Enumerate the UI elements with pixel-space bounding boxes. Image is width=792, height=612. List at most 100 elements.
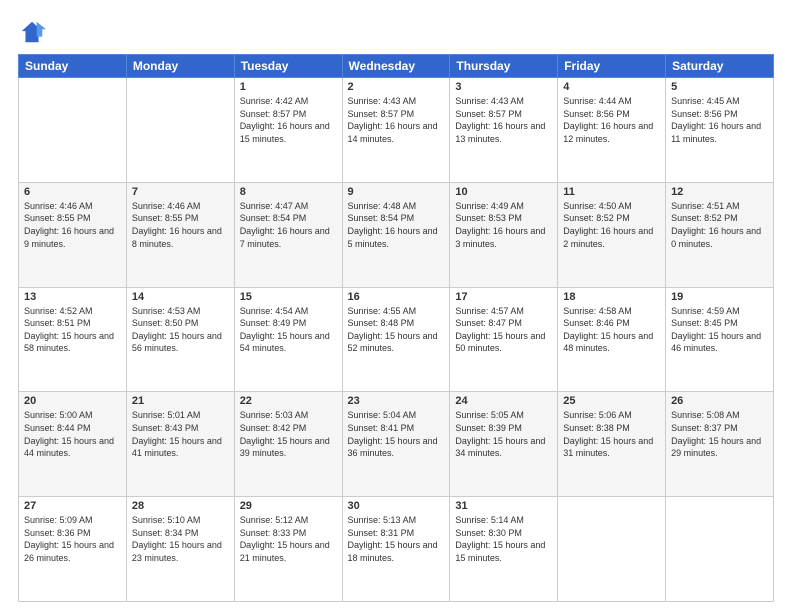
day-number: 30 [348,500,445,512]
day-number: 29 [240,500,337,512]
day-number: 6 [24,186,121,198]
calendar-week-5: 27 Sunrise: 5:09 AM Sunset: 8:36 PM Dayli… [19,497,774,602]
day-number: 7 [132,186,229,198]
day-info: Sunrise: 5:01 AM Sunset: 8:43 PM Dayligh… [132,409,229,459]
calendar-cell: 29 Sunrise: 5:12 AM Sunset: 8:33 PM Dayli… [234,497,342,602]
calendar-cell: 12 Sunrise: 4:51 AM Sunset: 8:52 PM Dayli… [666,182,774,287]
day-number: 5 [671,81,768,93]
day-number: 3 [455,81,552,93]
day-info: Sunrise: 4:57 AM Sunset: 8:47 PM Dayligh… [455,305,552,355]
day-number: 27 [24,500,121,512]
calendar-cell: 16Sunrise: 4:55 AM Sunset: 8:48 PM Dayli… [342,287,450,392]
day-info: Sunrise: 5:14 AM Sunset: 8:30 PM Dayligh… [455,514,552,564]
day-info: Sunrise: 4:52 AM Sunset: 8:51 PM Dayligh… [24,305,121,355]
calendar-cell [558,497,666,602]
calendar-cell [19,78,127,183]
calendar-cell: 21 Sunrise: 5:01 AM Sunset: 8:43 PM Dayli… [126,392,234,497]
day-info: Sunrise: 4:54 AM Sunset: 8:49 PM Dayligh… [240,305,337,355]
day-header-thursday: Thursday [450,55,558,78]
calendar-cell: 20 Sunrise: 5:00 AM Sunset: 8:44 PM Dayli… [19,392,127,497]
day-number: 19 [671,291,768,303]
day-info: Sunrise: 4:53 AM Sunset: 8:50 PM Dayligh… [132,305,229,355]
day-number: 12 [671,186,768,198]
calendar-cell: 18Sunrise: 4:58 AM Sunset: 8:46 PM Dayli… [558,287,666,392]
calendar-cell: 17 Sunrise: 4:57 AM Sunset: 8:47 PM Dayli… [450,287,558,392]
day-number: 1 [240,81,337,93]
calendar-cell: 2 Sunrise: 4:43 AM Sunset: 8:57 PM Daylig… [342,78,450,183]
calendar-cell: 7 Sunrise: 4:46 AM Sunset: 8:55 PM Daylig… [126,182,234,287]
calendar-cell: 26Sunrise: 5:08 AM Sunset: 8:37 PM Dayli… [666,392,774,497]
day-number: 2 [348,81,445,93]
calendar-week-2: 6 Sunrise: 4:46 AM Sunset: 8:55 PM Daylig… [19,182,774,287]
day-info: Sunrise: 4:46 AM Sunset: 8:55 PM Dayligh… [24,200,121,250]
day-header-sunday: Sunday [19,55,127,78]
day-number: 24 [455,395,552,407]
day-number: 22 [240,395,337,407]
day-number: 28 [132,500,229,512]
calendar-cell: 9 Sunrise: 4:48 AM Sunset: 8:54 PM Daylig… [342,182,450,287]
calendar-cell: 8 Sunrise: 4:47 AM Sunset: 8:54 PM Daylig… [234,182,342,287]
day-info: Sunrise: 4:49 AM Sunset: 8:53 PM Dayligh… [455,200,552,250]
calendar-cell: 10 Sunrise: 4:49 AM Sunset: 8:53 PM Dayli… [450,182,558,287]
day-number: 10 [455,186,552,198]
day-header-friday: Friday [558,55,666,78]
calendar-header-row: SundayMondayTuesdayWednesdayThursdayFrid… [19,55,774,78]
page: SundayMondayTuesdayWednesdayThursdayFrid… [0,0,792,612]
calendar-cell: 14 Sunrise: 4:53 AM Sunset: 8:50 PM Dayli… [126,287,234,392]
calendar-cell: 19 Sunrise: 4:59 AM Sunset: 8:45 PM Dayli… [666,287,774,392]
day-header-monday: Monday [126,55,234,78]
day-number: 13 [24,291,121,303]
calendar-cell: 13 Sunrise: 4:52 AM Sunset: 8:51 PM Dayli… [19,287,127,392]
calendar-cell: 6 Sunrise: 4:46 AM Sunset: 8:55 PM Daylig… [19,182,127,287]
day-number: 8 [240,186,337,198]
calendar-week-4: 20 Sunrise: 5:00 AM Sunset: 8:44 PM Dayli… [19,392,774,497]
day-info: Sunrise: 4:43 AM Sunset: 8:57 PM Dayligh… [455,95,552,145]
day-number: 23 [348,395,445,407]
day-info: Sunrise: 4:46 AM Sunset: 8:55 PM Dayligh… [132,200,229,250]
logo [18,18,50,46]
day-header-wednesday: Wednesday [342,55,450,78]
day-info: Sunrise: 4:45 AM Sunset: 8:56 PM Dayligh… [671,95,768,145]
day-number: 26 [671,395,768,407]
day-info: Sunrise: 4:44 AM Sunset: 8:56 PM Dayligh… [563,95,660,145]
calendar-cell [126,78,234,183]
day-info: Sunrise: 5:05 AM Sunset: 8:39 PM Dayligh… [455,409,552,459]
calendar-cell: 24 Sunrise: 5:05 AM Sunset: 8:39 PM Dayli… [450,392,558,497]
day-info: Sunrise: 5:09 AM Sunset: 8:36 PM Dayligh… [24,514,121,564]
day-number: 4 [563,81,660,93]
day-info: Sunrise: 5:13 AM Sunset: 8:31 PM Dayligh… [348,514,445,564]
header [18,18,774,46]
day-info: Sunrise: 5:10 AM Sunset: 8:34 PM Dayligh… [132,514,229,564]
day-info: Sunrise: 4:50 AM Sunset: 8:52 PM Dayligh… [563,200,660,250]
day-info: Sunrise: 4:48 AM Sunset: 8:54 PM Dayligh… [348,200,445,250]
day-info: Sunrise: 4:47 AM Sunset: 8:54 PM Dayligh… [240,200,337,250]
calendar-table: SundayMondayTuesdayWednesdayThursdayFrid… [18,54,774,602]
day-info: Sunrise: 4:42 AM Sunset: 8:57 PM Dayligh… [240,95,337,145]
day-info: Sunrise: 4:59 AM Sunset: 8:45 PM Dayligh… [671,305,768,355]
calendar-cell: 4 Sunrise: 4:44 AM Sunset: 8:56 PM Daylig… [558,78,666,183]
calendar-cell: 15 Sunrise: 4:54 AM Sunset: 8:49 PM Dayli… [234,287,342,392]
day-number: 15 [240,291,337,303]
day-number: 20 [24,395,121,407]
calendar-cell: 22Sunrise: 5:03 AM Sunset: 8:42 PM Dayli… [234,392,342,497]
day-info: Sunrise: 4:51 AM Sunset: 8:52 PM Dayligh… [671,200,768,250]
calendar-week-1: 1 Sunrise: 4:42 AM Sunset: 8:57 PM Daylig… [19,78,774,183]
day-number: 17 [455,291,552,303]
day-header-tuesday: Tuesday [234,55,342,78]
day-info: Sunrise: 5:06 AM Sunset: 8:38 PM Dayligh… [563,409,660,459]
calendar-week-3: 13 Sunrise: 4:52 AM Sunset: 8:51 PM Dayli… [19,287,774,392]
day-number: 14 [132,291,229,303]
calendar-cell [666,497,774,602]
day-info: Sunrise: 5:12 AM Sunset: 8:33 PM Dayligh… [240,514,337,564]
day-info: Sunrise: 4:43 AM Sunset: 8:57 PM Dayligh… [348,95,445,145]
day-number: 9 [348,186,445,198]
calendar-cell: 28 Sunrise: 5:10 AM Sunset: 8:34 PM Dayli… [126,497,234,602]
day-number: 31 [455,500,552,512]
day-info: Sunrise: 5:00 AM Sunset: 8:44 PM Dayligh… [24,409,121,459]
day-number: 21 [132,395,229,407]
calendar-cell: 31 Sunrise: 5:14 AM Sunset: 8:30 PM Dayli… [450,497,558,602]
calendar-cell: 11Sunrise: 4:50 AM Sunset: 8:52 PM Dayli… [558,182,666,287]
calendar-cell: 1 Sunrise: 4:42 AM Sunset: 8:57 PM Daylig… [234,78,342,183]
day-number: 25 [563,395,660,407]
calendar-cell: 5 Sunrise: 4:45 AM Sunset: 8:56 PM Daylig… [666,78,774,183]
